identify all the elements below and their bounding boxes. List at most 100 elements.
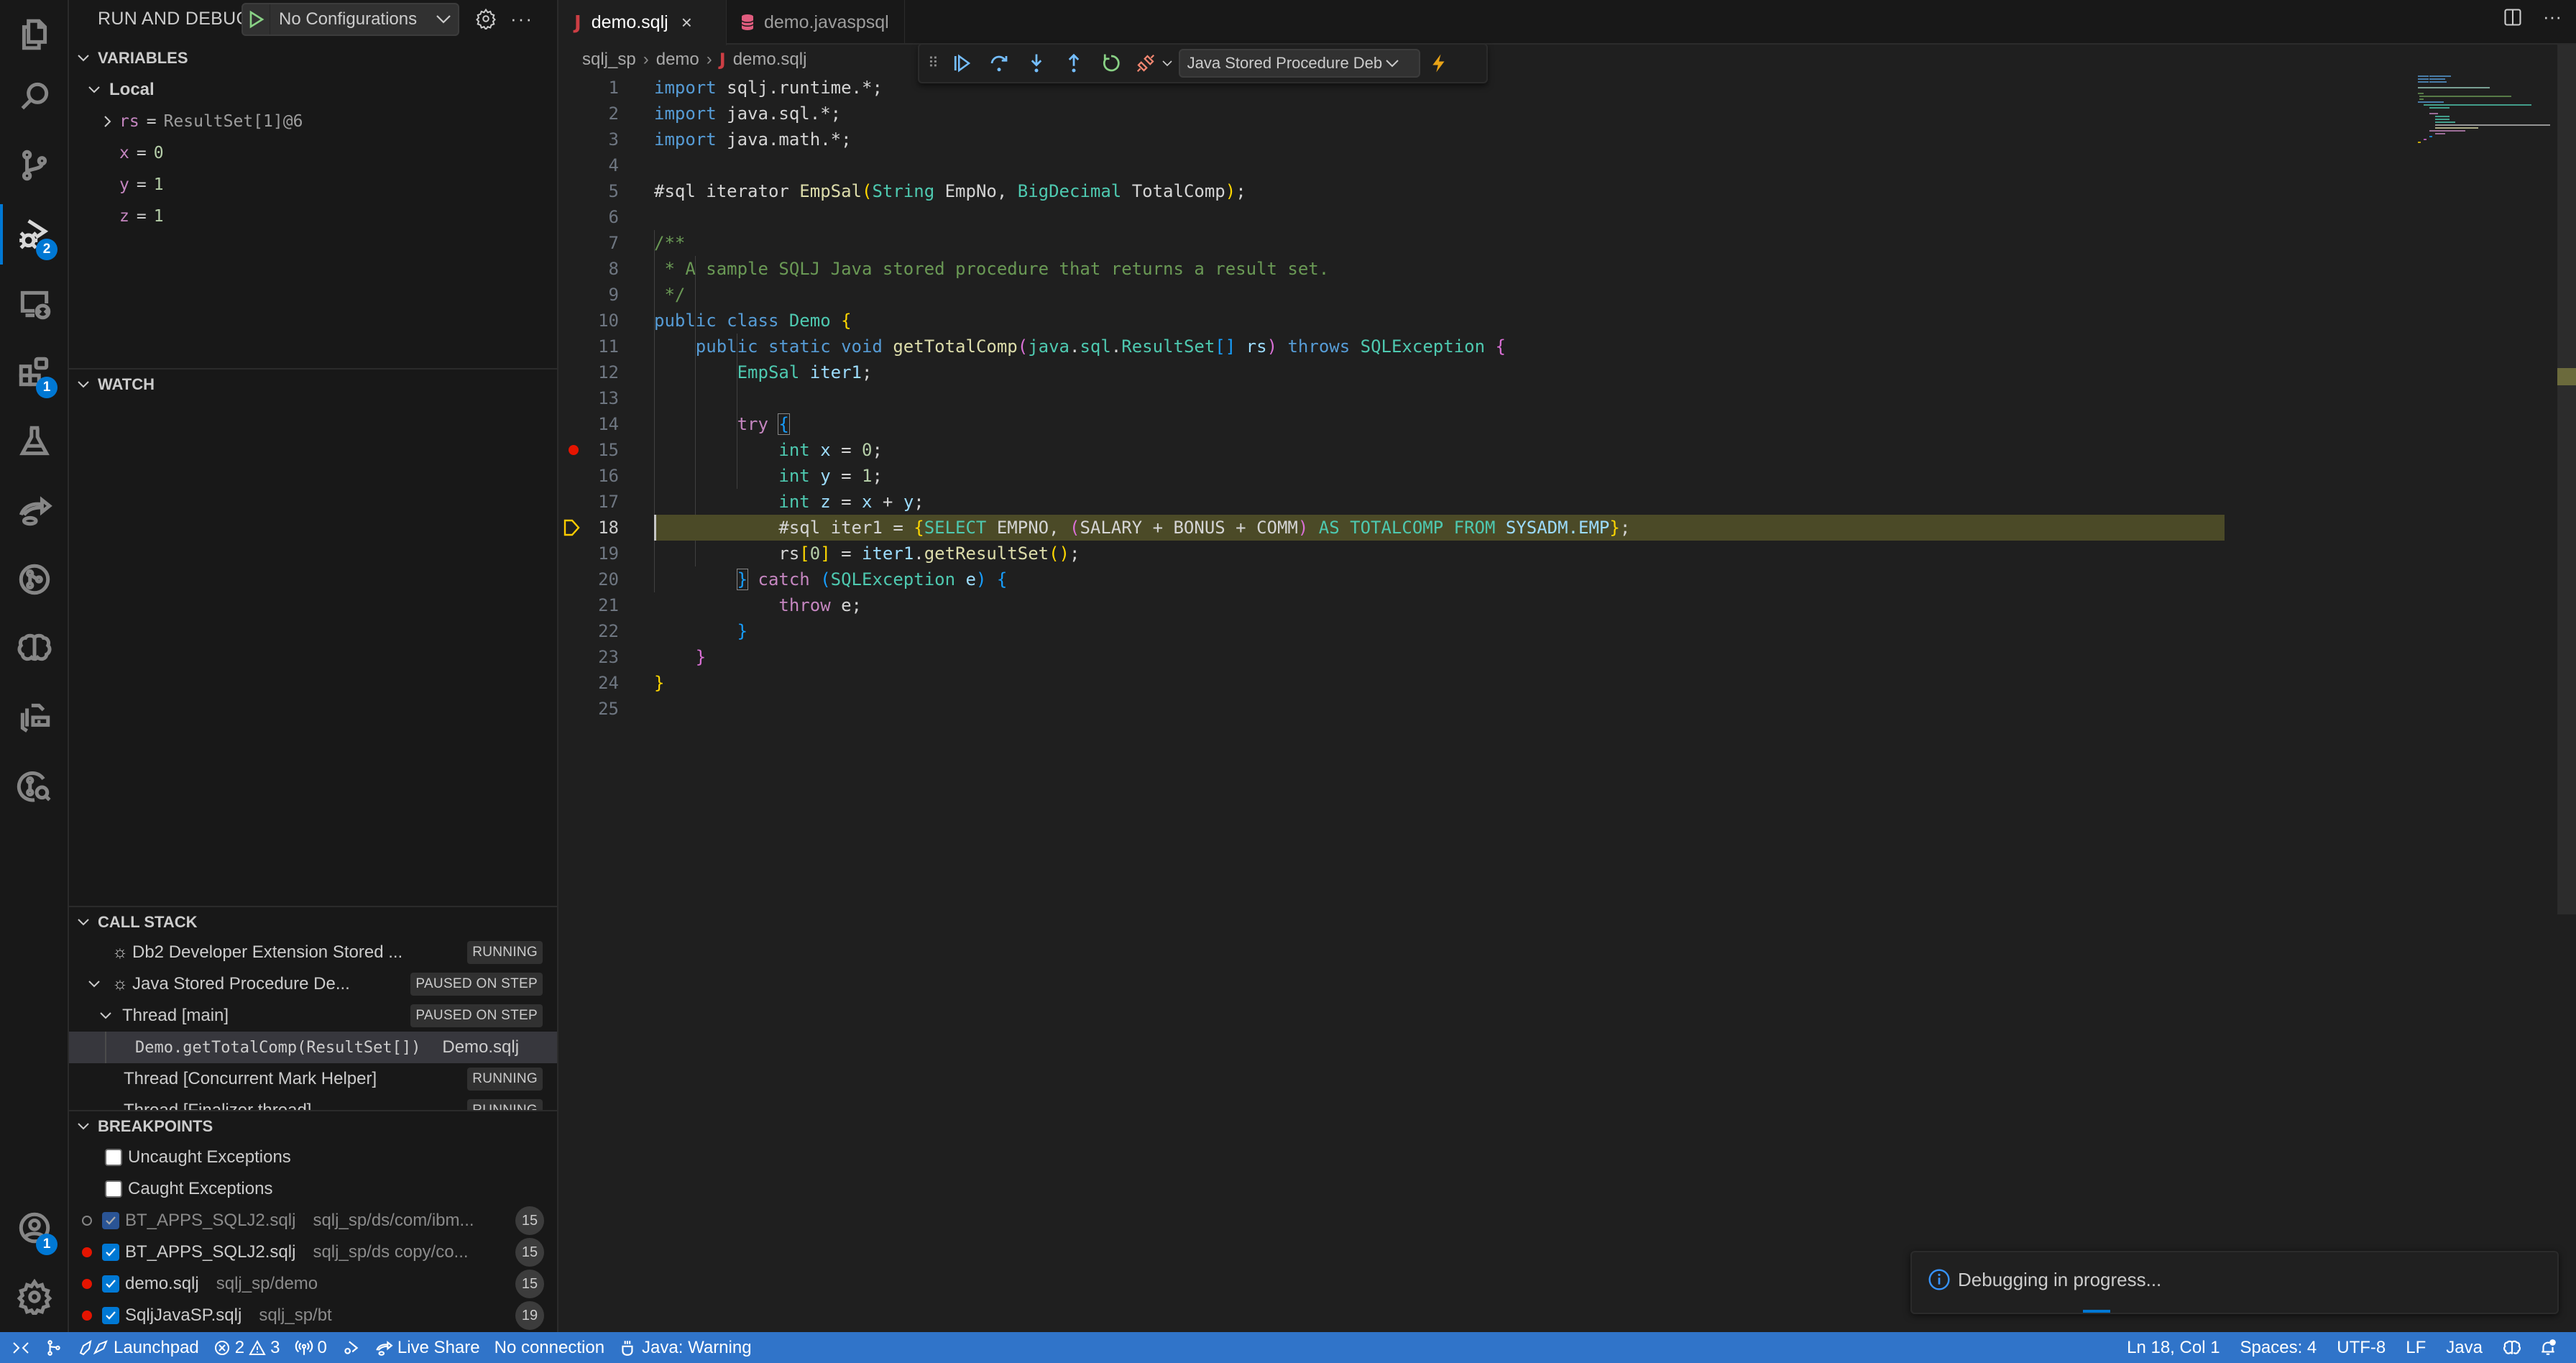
activity-run-debug[interactable]: 2 [0,200,69,269]
minimap[interactable] [2386,72,2559,158]
call-stack-thread[interactable]: Thread [Concurrent Mark Helper] RUNNING [69,1063,557,1095]
activity-explorer[interactable] [0,0,69,69]
notification-toast[interactable]: Debugging in progress... [1910,1251,2559,1314]
vertical-scrollbar[interactable] [2557,45,2576,914]
activity-search[interactable] [0,62,69,131]
exception-breakpoint-caught[interactable]: Caught Exceptions [69,1173,557,1205]
java-status[interactable]: Java: Warning [612,1332,759,1363]
chevron-down-icon [78,381,89,388]
call-stack-overflow: Thread [Finalizer thread] RUNNING [69,1095,557,1111]
checkbox[interactable] [102,1244,119,1261]
cursor-position[interactable]: Ln 18, Col 1 [2117,1332,2230,1363]
call-stack-session[interactable]: ☼ Db2 Developer Extension Stored ... RUN… [69,937,557,968]
code-line: 24} [598,673,665,693]
activity-git-search[interactable] [0,752,69,821]
chevron-down-icon [1386,60,1399,68]
remote-icon [13,1341,29,1354]
checkbox[interactable] [105,1149,122,1166]
activity-extensions[interactable]: 1 [0,338,69,407]
debug-alt-icon [344,1340,359,1354]
chevron-right-icon: › [643,50,649,69]
connection-status[interactable]: No connection [487,1332,612,1363]
activity-remote-explorer[interactable] [0,269,69,338]
activity-ai-assistant[interactable] [0,614,69,683]
check-icon [106,1248,116,1257]
activity-manage[interactable] [0,1262,69,1331]
code-line: 4 [608,155,619,175]
breadcrumb-item[interactable]: demo.sqlj [733,50,807,70]
chevron-down-icon [88,981,100,988]
line-number-badge: 19 [515,1301,544,1330]
chevron-down-icon [100,1012,111,1019]
drag-handle-icon[interactable]: ⠿ [928,56,939,70]
variables-section-header[interactable]: VARIABLES [69,42,557,74]
code-editor[interactable]: 1 import sqlj.runtime.*; 2 import java.sql… [560,75,2383,1297]
tab-demo-javaspsql[interactable]: demo.javaspsql [727,0,905,45]
breakpoint-item[interactable]: SqljJavaSP.sqlj sqlj_sp/bt 19 [69,1300,557,1331]
launchpad-status[interactable]: Launchpad [70,1332,206,1363]
chevron-down-icon[interactable] [1162,60,1173,67]
activity-live-share[interactable] [0,476,69,545]
code-line: 6 [608,207,619,227]
end-of-line[interactable]: LF [2396,1332,2436,1363]
status-badge: RUNNING [467,1068,543,1091]
java-icon: J [574,12,581,34]
disconnect-icon [1136,54,1154,73]
checkbox[interactable] [102,1212,119,1229]
start-debugging-button[interactable] [243,4,270,35]
variable-y[interactable]: y = 1 [69,169,557,201]
debug-configuration-select[interactable]: No Configurations [242,3,459,36]
variable-z[interactable]: z = 1 [69,201,557,232]
indentation[interactable]: Spaces: 4 [2230,1332,2327,1363]
git-graph-status[interactable] [37,1332,70,1363]
variables-title: VARIABLES [98,49,188,67]
scope-local[interactable]: Local [69,74,557,106]
code-line: 15 int x = 0; [560,437,2383,463]
call-stack-section-header[interactable]: CALL STACK [69,906,557,937]
activity-testing[interactable] [0,407,69,476]
watch-section-header[interactable]: WATCH [69,368,557,400]
activity-accounts[interactable]: 1 [0,1193,69,1262]
ai-status[interactable] [2493,1332,2531,1363]
split-editor-icon[interactable] [2503,7,2523,27]
call-stack-frame[interactable]: Demo.getTotalComp(ResultSet[]) Demo.sqlj [69,1032,557,1063]
checkbox[interactable] [105,1180,122,1198]
activity-source-control[interactable] [0,131,69,200]
more-actions-button[interactable]: ··· [507,4,536,33]
code-line: 14 try { [598,413,790,435]
encoding[interactable]: UTF-8 [2327,1332,2396,1363]
breakpoint-item[interactable]: BT_APPS_SQLJ2.sqlj sqlj_sp/ds/com/ibm...… [69,1205,557,1236]
activity-git-graph[interactable] [0,545,69,614]
bell-dot-icon [2542,1339,2556,1355]
problems-status[interactable]: 2 3 [206,1332,288,1363]
exception-breakpoint-uncaught[interactable]: Uncaught Exceptions [69,1142,557,1173]
debug-status[interactable] [334,1332,367,1363]
call-stack-session[interactable]: ☼ Java Stored Procedure De... PAUSED ON … [69,968,557,1000]
language-mode[interactable]: Java [2436,1332,2493,1363]
breakpoint-item[interactable]: BT_APPS_SQLJ2.sqlj sqlj_sp/ds copy/co...… [69,1236,557,1268]
code-line: 12 EmpSal iter1; [598,362,873,382]
more-actions-icon[interactable]: ··· [2543,6,2562,28]
checkbox[interactable] [102,1307,119,1324]
breadcrumb-item[interactable]: demo [656,50,699,70]
status-bar: Launchpad 2 3 0 Live Share No connection… [0,1332,2576,1363]
debug-session-select[interactable]: Java Stored Procedure Deb [1178,49,1420,78]
tab-demo-sqlj[interactable]: J demo.sqlj × [560,0,727,45]
activity-db2-explorer[interactable] [0,683,69,752]
ports-status[interactable]: 0 [288,1332,334,1363]
code-line: 16 int y = 1; [598,466,883,486]
remote-indicator[interactable] [0,1332,37,1363]
notifications-button[interactable] [2531,1332,2564,1363]
checkbox[interactable] [102,1275,119,1293]
call-stack-thread[interactable]: Thread [main] PAUSED ON STEP [69,1000,557,1032]
live-share-status[interactable]: Live Share [367,1332,487,1363]
close-icon[interactable]: × [681,12,692,34]
call-stack-thread[interactable]: Thread [Finalizer thread] RUNNING [69,1095,557,1111]
launchpad-icon [79,1339,108,1355]
variable-rs[interactable]: rs = ResultSet[1]@6 [69,106,557,137]
open-launch-json-button[interactable] [472,4,500,33]
breadcrumb-item[interactable]: sqlj_sp [582,50,636,70]
breakpoint-item[interactable]: demo.sqlj sqlj_sp/demo 15 [69,1268,557,1300]
breakpoints-section-header[interactable]: BREAKPOINTS [69,1110,557,1142]
variable-x[interactable]: x = 0 [69,137,557,169]
